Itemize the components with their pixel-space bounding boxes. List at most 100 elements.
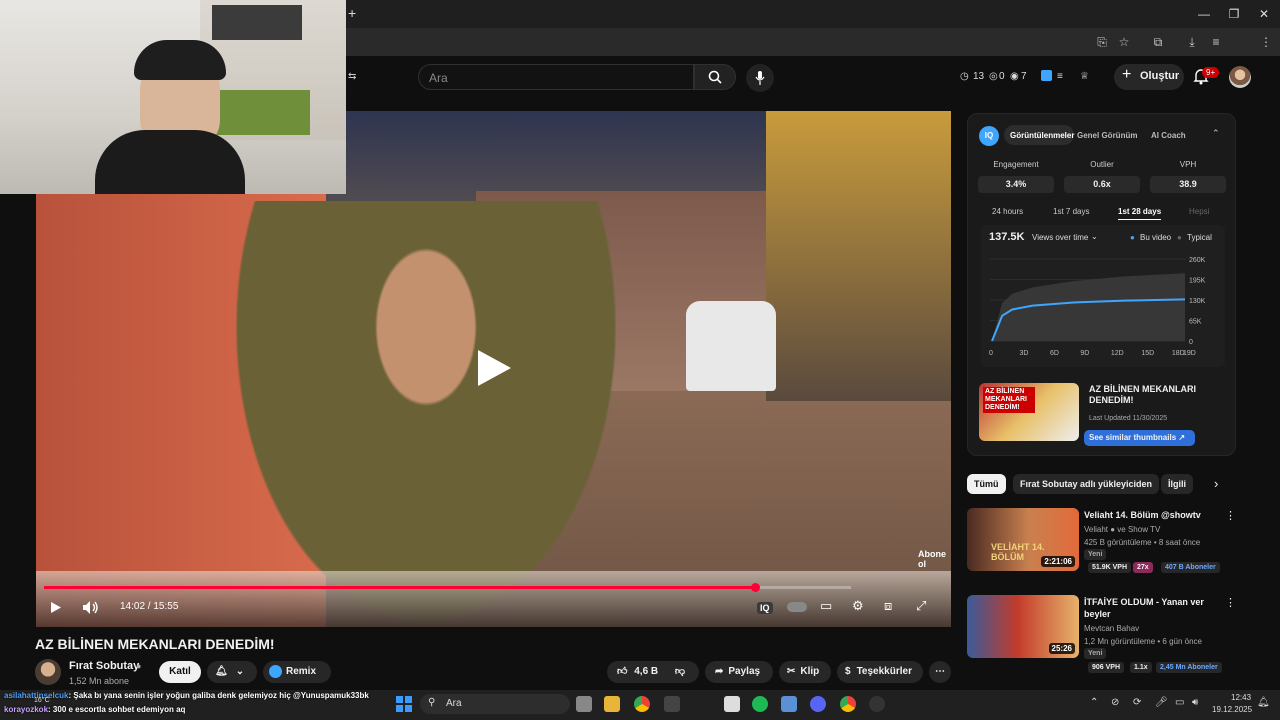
rec-title[interactable]: Veliaht 14. Bölüm @showtv [1084, 509, 1219, 521]
tray-sync-icon[interactable]: ⟳ [1133, 697, 1141, 708]
minimize-button[interactable]: — [1196, 6, 1212, 22]
clip-button[interactable]: ✂ Klip [779, 661, 831, 683]
vidiq-icon[interactable] [1041, 70, 1052, 81]
subscribe-watermark[interactable]: Abone ol [918, 549, 951, 569]
filter-icon[interactable]: ⇆ [348, 71, 356, 82]
tray-app-icon[interactable]: ⊘ [1111, 697, 1119, 708]
channel-avatar[interactable] [35, 659, 61, 685]
tray-chevron-icon[interactable]: ⌃ [1090, 697, 1098, 708]
chevron-down-icon: ⌄ [235, 666, 245, 677]
more-actions-button[interactable]: ⋯ [929, 661, 951, 683]
file-explorer-icon[interactable] [604, 696, 620, 712]
like-icon[interactable]: 👍︎ [617, 666, 627, 677]
discord-icon[interactable] [810, 696, 826, 712]
app-icon[interactable] [664, 696, 680, 712]
voice-search-button[interactable] [746, 64, 774, 92]
rec-thumbnail[interactable]: 25:26 [967, 595, 1079, 658]
remix-button[interactable]: Remix [263, 661, 331, 683]
views-dropdown[interactable]: Views over time [1032, 233, 1088, 242]
tab-ai-coach[interactable]: AI Coach [1151, 131, 1186, 140]
legend-dot-typical: ● [1177, 233, 1182, 242]
tray-mic-icon[interactable]: 🎤︎ [1155, 697, 1168, 708]
obs-icon[interactable] [869, 696, 885, 712]
vidiq-menu-icon[interactable]: ≡ [1057, 71, 1063, 82]
app-icon[interactable] [781, 696, 797, 712]
notion-icon[interactable] [724, 696, 740, 712]
range-24h[interactable]: 24 hours [992, 207, 1023, 216]
tray-volume-icon[interactable]: 🔊︎ [1192, 697, 1198, 708]
eye-icon: ◉ [1010, 71, 1019, 82]
clock-date[interactable]: 19.12.2025 [1212, 705, 1252, 714]
reading-list-icon[interactable]: ≡ [1208, 34, 1224, 50]
autoplay-toggle[interactable] [787, 602, 807, 612]
bookmark-star-icon[interactable]: ☆ [1116, 34, 1132, 50]
rec-title[interactable]: İTFAİYE OLDUM - Yanan ver beyler [1084, 596, 1219, 620]
range-all[interactable]: Hepsi [1189, 207, 1209, 216]
play-button-icon[interactable] [49, 601, 62, 614]
browser-menu-icon[interactable]: ⋮ [1258, 34, 1274, 50]
subtitles-icon[interactable]: ▭ [820, 598, 832, 614]
spotify-icon[interactable] [752, 696, 768, 712]
download-icon[interactable]: ⤓ [1184, 34, 1200, 50]
search-button[interactable] [694, 64, 736, 90]
rec-more-icon[interactable]: ⋮ [1225, 596, 1236, 609]
like-count[interactable]: 4,6 B [634, 666, 658, 677]
join-button[interactable]: Katıl [159, 661, 201, 683]
chips-next-chevron-icon[interactable]: › [1214, 476, 1218, 491]
chrome-icon[interactable] [634, 696, 650, 712]
tab-overview[interactable]: Genel Görünüm [1077, 131, 1137, 140]
close-window-button[interactable]: ✕ [1256, 6, 1272, 22]
search-input[interactable]: Ara [418, 64, 694, 90]
rec-duration: 25:26 [1048, 643, 1075, 654]
chip-related[interactable]: İlgili [1161, 474, 1193, 494]
range-7d[interactable]: 1st 7 days [1053, 207, 1089, 216]
volume-icon[interactable] [82, 600, 99, 615]
similar-thumbnails-button[interactable]: See similar thumbnails ↗ [1084, 430, 1195, 446]
rec-duration: 2:21:06 [1041, 556, 1075, 567]
rec-more-icon[interactable]: ⋮ [1225, 509, 1236, 522]
vidiq-player-icon[interactable]: IQ [757, 602, 773, 614]
chart-x-tick: 15D [1141, 350, 1154, 357]
tab-views[interactable]: Görüntülenmeler [1010, 131, 1074, 140]
legend-typical: Typical [1187, 233, 1212, 242]
tray-network-icon[interactable]: ▭ [1175, 697, 1184, 708]
task-view-icon[interactable] [576, 696, 592, 712]
clock-time[interactable]: 12:43 [1231, 693, 1251, 702]
rec-vph: 906 VPH [1088, 662, 1125, 673]
miniplayer-icon[interactable]: ⧈ [884, 598, 892, 614]
play-icon[interactable] [474, 347, 514, 389]
subscribe-bell-button[interactable]: 🔔︎ ⌄ [207, 661, 257, 683]
new-tab-button[interactable]: + [348, 5, 356, 21]
collapse-chevron-icon[interactable]: ⌃ [1212, 128, 1220, 139]
share-button[interactable]: ➦ Paylaş [705, 661, 773, 683]
thanks-button[interactable]: $ Teşekkürler [837, 661, 923, 683]
shelf-items [212, 5, 302, 40]
channel-name[interactable]: Fırat Sobutay [69, 660, 139, 672]
headset [134, 40, 226, 80]
account-avatar[interactable] [1229, 66, 1251, 88]
extensions-icon[interactable]: ⧉ [1150, 34, 1166, 50]
install-app-icon[interactable]: ⎘ [1094, 34, 1110, 50]
fullscreen-icon[interactable]: ⤢ [916, 598, 926, 614]
chrome-icon[interactable] [840, 696, 856, 712]
rec-thumbnail[interactable]: VELİAHT 14. BÖLÜM 2:21:06 [967, 508, 1079, 571]
rec-channel[interactable]: Mevtcan Bahav [1084, 624, 1139, 633]
progress-scrubber[interactable] [750, 583, 760, 592]
maximize-button[interactable]: ❐ [1226, 6, 1242, 22]
windows-start-icon[interactable] [396, 696, 412, 712]
trophy-icon[interactable]: ♕ [1080, 71, 1089, 82]
clip-label: Klip [800, 666, 820, 677]
video-thumbnail[interactable]: AZ BİLİNEN MEKANLARI DENEDİM! [979, 383, 1079, 441]
settings-gear-icon[interactable]: ⚙ [852, 598, 864, 614]
range-28d[interactable]: 1st 28 days [1118, 207, 1162, 220]
chip-from-uploader[interactable]: Fırat Sobutay adlı yükleyiciden [1013, 474, 1160, 494]
chat-user: korayozkok [4, 705, 49, 714]
metric-vph-value: 38.9 [1150, 176, 1226, 193]
views-chart: 260K195K130K65K00 3D 6D 9D 12D 15D 18D19D [989, 257, 1206, 357]
total-views: 137.5K [989, 231, 1025, 243]
chip-all[interactable]: Tümü [967, 474, 1006, 494]
rec-channel[interactable]: Veliaht ● ve Show TV [1084, 525, 1160, 534]
taskbar-search[interactable]: Ara [420, 694, 570, 714]
dislike-icon[interactable]: 👎︎ [675, 666, 685, 677]
notifications-tray-icon[interactable]: 🔔︎ [1257, 697, 1270, 708]
